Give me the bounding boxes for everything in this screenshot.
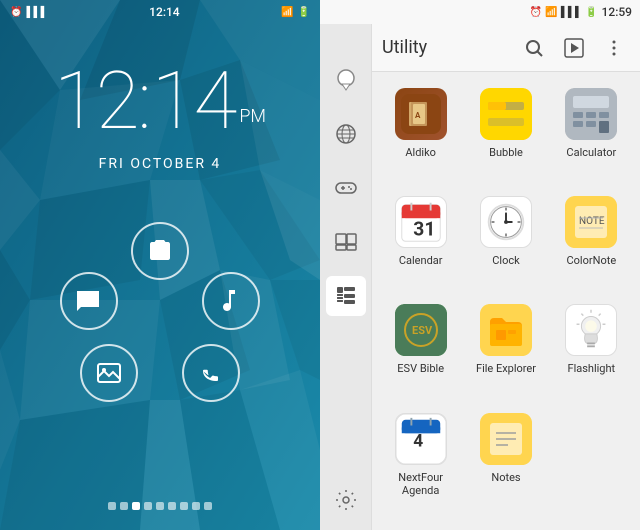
- sidebar-item-utility[interactable]: [326, 276, 366, 316]
- battery-icon-right: 🔋: [585, 7, 597, 18]
- signal-bars-right: ▌▌▌: [561, 7, 582, 18]
- app-main: Utility: [372, 0, 640, 530]
- app-icon-bubble: [480, 88, 532, 140]
- more-button[interactable]: [598, 32, 630, 64]
- svg-text:ESV: ESV: [412, 324, 433, 337]
- app-label-notes: Notes: [491, 471, 520, 484]
- app-topbar: Utility: [372, 24, 640, 72]
- left-status-time: 12:14: [149, 5, 179, 19]
- sidebar-item-settings[interactable]: [326, 480, 366, 520]
- app-notes[interactable]: Notes: [465, 405, 546, 522]
- lock-screen: ⏰ ▌▌▌ 12:14 📶 🔋 12:14PM FRI OCTOBER 4: [0, 0, 320, 530]
- play-button[interactable]: [558, 32, 590, 64]
- app-colornote[interactable]: NOTE ColorNote: [551, 188, 632, 292]
- search-button[interactable]: [518, 32, 550, 64]
- time-minutes: 14: [152, 54, 236, 148]
- app-icon-esv: ESV: [395, 304, 447, 356]
- dot-4: [144, 502, 152, 510]
- left-status-left-icons: ⏰ ▌▌▌: [10, 7, 48, 18]
- lock-shortcuts: [0, 222, 320, 402]
- app-grid: A Aldiko Bubble: [372, 72, 640, 530]
- dot-9: [204, 502, 212, 510]
- wifi-icon-left: 📶: [281, 7, 293, 18]
- shortcut-message[interactable]: [60, 272, 118, 330]
- page-dots: [0, 502, 320, 510]
- lock-screen-time: 12:14PM: [0, 54, 320, 148]
- app-label-aldiko: Aldiko: [405, 146, 436, 159]
- left-status-bar: ⏰ ▌▌▌ 12:14 📶 🔋: [0, 0, 320, 24]
- app-label-bubble: Bubble: [489, 146, 523, 159]
- sidebar-item-media[interactable]: [326, 222, 366, 262]
- app-icon-notes: [480, 413, 532, 465]
- time-ampm: PM: [239, 106, 266, 127]
- wifi-icon-right: 📶: [545, 7, 557, 18]
- alarm-icon-left: ⏰: [10, 7, 22, 18]
- svg-text:A: A: [415, 111, 421, 120]
- app-icon-clock: [480, 196, 532, 248]
- time-hours: 12: [54, 54, 138, 148]
- app-nextfour[interactable]: 4 NextFour Agenda: [380, 405, 461, 522]
- dot-8: [192, 502, 200, 510]
- svg-text:4: 4: [413, 431, 423, 451]
- app-label-calendar: Calendar: [399, 254, 443, 267]
- svg-text:31: 31: [413, 218, 435, 241]
- sidebar-item-browser[interactable]: [326, 114, 366, 154]
- sidebar-item-games[interactable]: [326, 168, 366, 208]
- shortcut-gallery[interactable]: [80, 344, 138, 402]
- app-icon-colornote: NOTE: [565, 196, 617, 248]
- app-label-clock: Clock: [492, 254, 519, 267]
- app-label-colornote: ColorNote: [566, 254, 616, 267]
- shortcuts-grid[interactable]: [60, 222, 260, 402]
- app-calendar[interactable]: 31 Calendar: [380, 188, 461, 292]
- dot-2: [120, 502, 128, 510]
- app-icon-calculator: [565, 88, 617, 140]
- dot-3: [132, 502, 140, 510]
- left-status-right-icons: 📶 🔋: [281, 7, 310, 18]
- shortcut-music[interactable]: [202, 272, 260, 330]
- app-esv[interactable]: ESV ESV Bible: [380, 296, 461, 400]
- dot-7: [180, 502, 188, 510]
- lock-screen-date: FRI OCTOBER 4: [0, 156, 320, 172]
- app-flashlight[interactable]: Flashlight: [551, 296, 632, 400]
- alarm-icon-right: ⏰: [530, 7, 542, 18]
- time-colon: :: [138, 54, 152, 148]
- shortcut-phone[interactable]: [182, 344, 240, 402]
- app-label-fileexp: File Explorer: [476, 362, 536, 375]
- right-status-icons: ⏰ 📶 ▌▌▌ 🔋: [530, 7, 598, 18]
- app-label-nextfour: NextFour Agenda: [398, 471, 443, 497]
- app-aldiko[interactable]: A Aldiko: [380, 80, 461, 184]
- app-label-esv: ESV Bible: [397, 362, 444, 375]
- app-drawer: ⏰ 📶 ▌▌▌ 🔋 12:59: [320, 0, 640, 530]
- right-status-time: 12:59: [602, 5, 632, 19]
- app-icon-fileexp: [480, 304, 532, 356]
- right-status-bar: ⏰ 📶 ▌▌▌ 🔋 12:59: [320, 0, 640, 24]
- app-calculator[interactable]: Calculator: [551, 80, 632, 184]
- app-icon-calendar: 31: [395, 196, 447, 248]
- sidebar-item-messages[interactable]: [326, 60, 366, 100]
- app-bubble[interactable]: Bubble: [465, 80, 546, 184]
- app-label-calculator: Calculator: [566, 146, 616, 159]
- dot-5: [156, 502, 164, 510]
- dot-6: [168, 502, 176, 510]
- app-icon-flashlight: [565, 304, 617, 356]
- app-icon-aldiko: A: [395, 88, 447, 140]
- app-label-flashlight: Flashlight: [567, 362, 615, 375]
- shortcut-camera[interactable]: [131, 222, 189, 280]
- app-sidebar: [320, 0, 372, 530]
- signal-icon-left: ▌▌▌: [26, 7, 47, 18]
- app-clock[interactable]: Clock: [465, 188, 546, 292]
- dot-1: [108, 502, 116, 510]
- app-fileexp[interactable]: File Explorer: [465, 296, 546, 400]
- app-icon-nextfour: 4: [395, 413, 447, 465]
- category-title: Utility: [382, 37, 510, 58]
- battery-icon-left: 🔋: [298, 7, 310, 18]
